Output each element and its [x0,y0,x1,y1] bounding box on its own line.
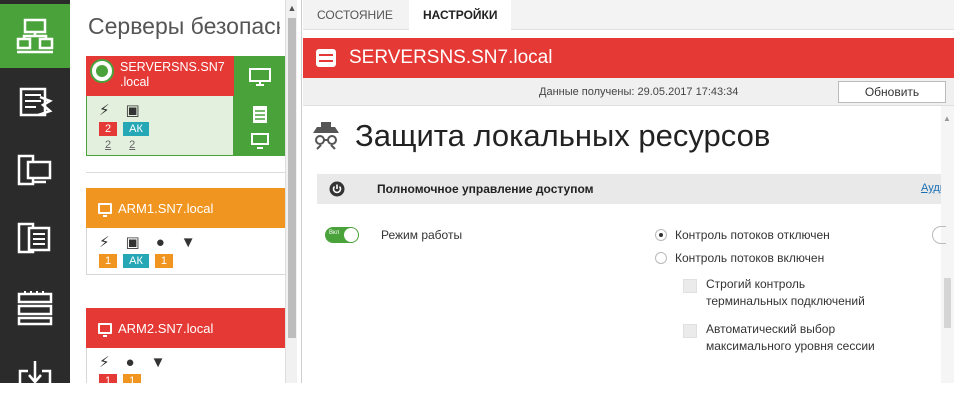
server-icon[interactable] [248,106,272,124]
checkbox-label-line1: Автоматический выбор [706,322,836,336]
data-received-bar: Данные получены: 29.05.2017 17:43:34 Обн… [303,78,954,106]
checkbox-strict-terminal[interactable]: Строгий контроль терминальных подключени… [683,276,865,310]
user-icon: ● [155,233,165,251]
checkbox-label-line2: терминальных подключений [706,294,865,308]
server-card-name-line1: SERVERSNS.SN7 [120,60,225,74]
server-card-header[interactable]: SERVERSNS.SN7 .local [86,56,234,96]
main-scrollbar[interactable]: ▲ [941,106,954,383]
server-icon [316,49,336,67]
scroll-up-icon[interactable]: ▲ [286,0,298,16]
server-card-header[interactable]: ARM2.SN7.local [86,308,286,348]
rack-icon [17,291,53,326]
server-list-panel: Серверы безопасности SERVERSNS.SN7 .loca… [70,0,302,383]
power-icon[interactable] [317,181,357,197]
server-card-stats: ⚡ ● ▼ [99,352,279,372]
power-icon [90,59,114,83]
server-card-name: ARM2.SN7.local [118,320,214,336]
count-badge: 1 [99,374,118,383]
server-card-header[interactable]: ARM1.SN7.local [86,188,286,228]
server-card-serversns[interactable]: SERVERSNS.SN7 .local ⚡ ▣ 2 АК 2 2 [86,56,286,156]
ak-badge: АК [123,122,149,136]
checkbox[interactable] [683,279,697,293]
scrollbar-thumb[interactable] [288,18,296,338]
server-card-side-panel [234,56,286,156]
checkbox-label-line2: максимального уровня сессии [706,339,875,353]
monitor-small-icon[interactable] [248,132,272,150]
main-panel: СОСТОЯНИЕ НАСТРОЙКИ SERVERSNS.SN7.local … [303,0,954,383]
server-list-scrollbar[interactable]: ▲ [285,0,297,383]
chip-icon: ▣ [125,234,140,251]
section-header: Полномочное управление доступом Аудит [317,174,941,204]
server-list-title: Серверы безопасности [88,13,280,39]
server-card-stats: ⚡ ▣ ● ▼ [99,232,279,252]
page-title-row: Защита локальных ресурсов [303,118,770,154]
toggle-knob [344,228,358,242]
checkbox-label-line1: Строгий контроль [706,277,806,291]
server-card-arm2[interactable]: ARM2.SN7.local ⚡ ● ▼ 1 1 [86,308,286,383]
checkbox[interactable] [683,324,697,338]
rail-item-workstations[interactable] [0,138,70,202]
radio-label: Контроль потоков включен [675,251,825,265]
alert-count-badge: 2 [99,122,118,136]
user-icon: ● [125,353,135,371]
mode-label: Режим работы [381,228,463,242]
filter-icon: ▼ [150,353,166,371]
filter-icon: ▼ [180,233,196,251]
lightning-icon: ⚡ [99,354,110,371]
refresh-button[interactable]: Обновить [838,81,946,103]
toggle-label: Вкл [329,230,340,236]
spy-agent-icon [313,122,339,150]
checkbox-auto-max-level[interactable]: Автоматический выбор максимального уровн… [683,321,875,355]
monitor-icon[interactable] [248,68,272,86]
monitor-icon [98,322,112,337]
nav-rail [0,0,70,393]
radio-button[interactable] [655,252,667,264]
rail-item-settings[interactable] [0,70,70,134]
server-card-stats: ⚡ ▣ [99,100,227,120]
chip-icon: ▣ [125,102,140,119]
tab-status[interactable]: СОСТОЯНИЕ [303,0,407,30]
mode-toggle[interactable]: Вкл [325,227,359,243]
section-title: Полномочное управление доступом [377,182,594,196]
rail-item-servers-list[interactable] [0,206,70,270]
user-count-badge: 1 [154,254,173,268]
server-header-bar: SERVERSNS.SN7.local [303,38,954,78]
server-list-icon [17,222,51,254]
server-card-body: ⚡ ● ▼ 1 1 [86,348,286,383]
user-count-badge: 1 [123,374,142,383]
sub-count-2[interactable]: 2 [123,138,141,152]
radio-flow-control-off[interactable]: Контроль потоков отключен [655,228,830,242]
scroll-up-icon[interactable]: ▲ [943,114,951,123]
server-name: SERVERSNS.SN7.local [349,47,553,68]
radio-flow-control-on[interactable]: Контроль потоков включен [655,251,824,265]
server-card-name-line2: .local [120,75,150,89]
radio-label: Контроль потоков отключен [675,228,830,242]
rail-item-import[interactable] [0,344,70,408]
server-card-name: ARM1.SN7.local [118,200,214,216]
data-received-text: Данные получены: 29.05.2017 17:43:34 [539,86,739,98]
radio-button-partial[interactable] [932,226,946,244]
page-title: Защита локальных ресурсов [355,118,771,153]
sub-count-1[interactable]: 2 [99,138,117,152]
lightning-icon: ⚡ [99,234,110,251]
radio-button[interactable] [655,229,667,241]
workstation-icon [17,154,52,186]
tab-bar: СОСТОЯНИЕ НАСТРОЙКИ [303,0,954,31]
server-card-body: ⚡ ▣ ● ▼ 1 АК 1 [86,228,286,275]
rail-item-rack[interactable] [0,276,70,340]
lightning-icon: ⚡ [99,102,110,119]
rail-item-servers[interactable] [0,4,70,68]
server-card-arm1[interactable]: ARM1.SN7.local ⚡ ▣ ● ▼ 1 АК 1 [86,188,286,275]
scrollbar-thumb[interactable] [944,278,951,328]
list-divider [86,172,286,173]
settings-icon [19,87,53,117]
audit-link[interactable]: Аудит [921,182,941,194]
tab-settings[interactable]: НАСТРОЙКИ [409,0,512,31]
server-card-body: ⚡ ▣ 2 АК 2 2 [86,96,234,156]
monitor-icon [98,202,112,217]
ak-badge: АК [123,254,149,268]
network-servers-icon [16,18,54,54]
count-badge: 1 [99,254,118,268]
download-icon [18,361,52,393]
